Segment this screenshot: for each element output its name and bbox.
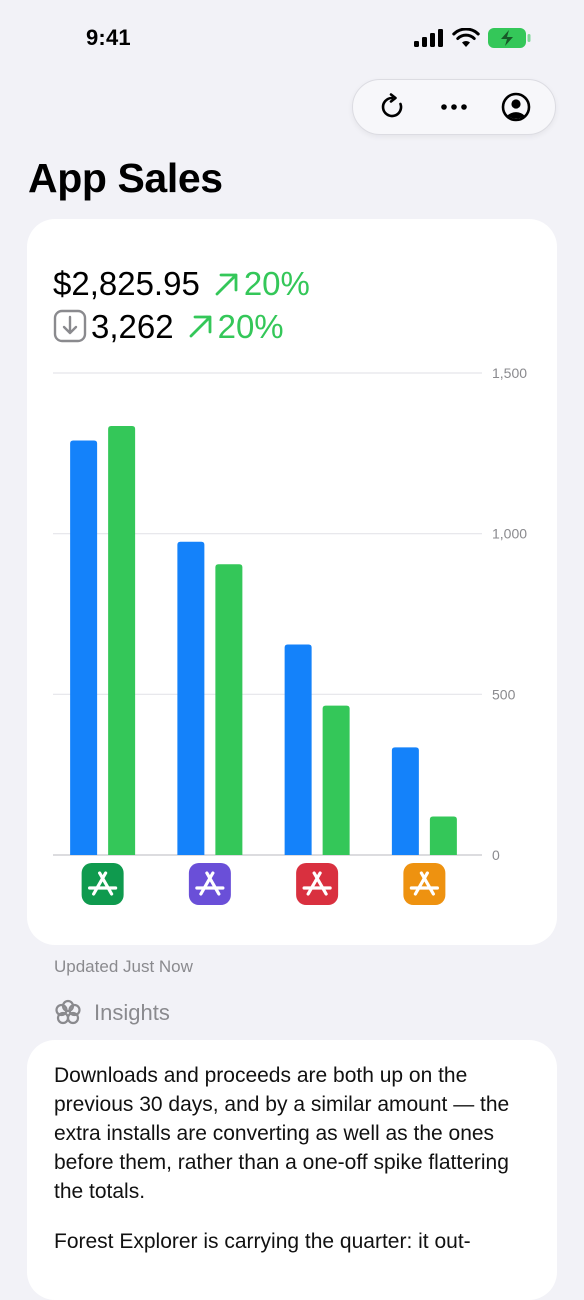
- bar: [429, 816, 457, 855]
- battery-charging-icon: [488, 28, 531, 48]
- wifi-icon: [452, 28, 480, 47]
- y-tick-label: 0: [492, 847, 500, 863]
- sparkle-flower-icon: [55, 999, 81, 1025]
- bar: [108, 426, 136, 855]
- y-tick-label: 1,000: [492, 526, 527, 542]
- insights-header: Insights: [54, 999, 170, 1027]
- account-button[interactable]: [494, 85, 538, 129]
- cellular-signal-icon: [414, 29, 443, 47]
- app-store-icon: [188, 863, 231, 905]
- person-circle-icon: [501, 92, 531, 122]
- ellipsis-icon: [441, 104, 467, 110]
- toolbar: [352, 79, 556, 135]
- bar: [322, 705, 350, 855]
- bar: [391, 747, 419, 855]
- status-bar: 9:41: [0, 0, 584, 78]
- bar: [215, 564, 243, 855]
- app-store-icon: [403, 863, 446, 905]
- y-tick-label: 1,500: [492, 365, 527, 381]
- refresh-button[interactable]: [370, 85, 414, 129]
- status-icons: [414, 27, 532, 49]
- y-tick-label: 500: [492, 686, 516, 702]
- insights-paragraph: Forest Explorer is carrying the quarter:…: [54, 1230, 471, 1253]
- insights-paragraph: Downloads and proceeds are both up on th…: [54, 1064, 510, 1203]
- app-store-icon: [81, 863, 124, 905]
- status-time: 9:41: [86, 25, 131, 50]
- app-store-icon: [296, 863, 339, 905]
- refresh-icon: [381, 93, 403, 118]
- bar: [70, 440, 98, 855]
- insights-title: Insights: [94, 1000, 170, 1025]
- sales-bar-chart: 0 500 1,000 1,500: [53, 365, 527, 905]
- bar: [177, 541, 205, 855]
- sales-card: $2,825.95 20% 3,262 20% 0 500 1,000 1,500: [27, 219, 557, 945]
- more-button[interactable]: [432, 85, 476, 129]
- bar: [284, 644, 312, 855]
- page-title: App Sales: [28, 155, 223, 201]
- insights-card: Downloads and proceeds are both up on th…: [27, 1040, 557, 1300]
- updated-label: Updated Just Now: [54, 957, 193, 976]
